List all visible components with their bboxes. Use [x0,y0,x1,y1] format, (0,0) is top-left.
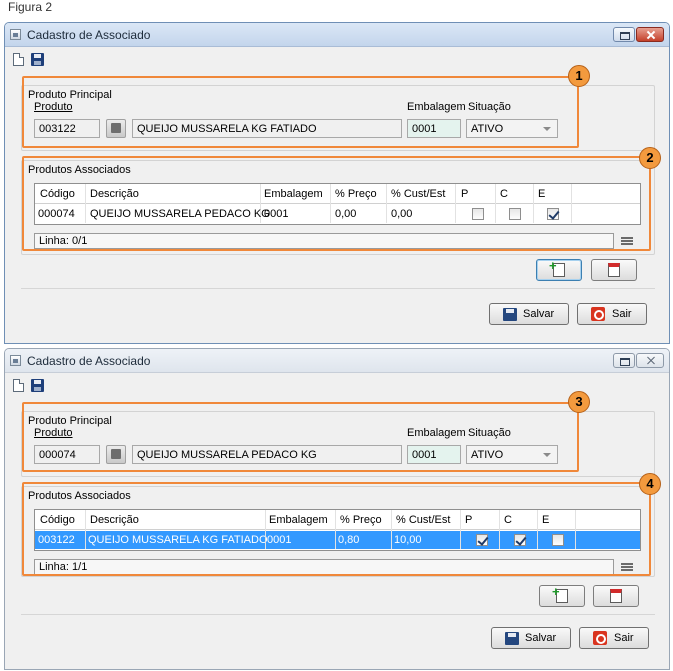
delete-row-icon [608,263,620,277]
exit-icon [593,631,607,645]
figure-caption: Figura 2 [8,0,53,14]
new-document-icon[interactable] [13,53,24,66]
restore-button[interactable] [613,353,635,368]
save-icon [503,308,517,321]
app-icon [10,29,21,40]
highlight-box-3 [22,402,579,472]
delete-row-icon [610,589,622,603]
sair-button[interactable]: Sair [577,303,647,325]
sair-button[interactable]: Sair [579,627,649,649]
add-row-icon [549,258,565,277]
sair-label: Sair [612,308,632,320]
restore-button[interactable] [613,27,635,42]
save-icon [505,632,519,645]
add-row-button[interactable] [536,258,582,281]
window-cadastro-associado-1: Cadastro de Associado Produto Principal … [4,22,670,344]
save-icon[interactable] [31,53,44,66]
callout-badge-4: 4 [639,473,661,495]
delete-row-button[interactable] [591,259,637,281]
add-row-button[interactable] [539,584,585,607]
salvar-button[interactable]: Salvar [489,303,569,325]
window-title: Cadastro de Associado [27,354,151,368]
title-bar[interactable]: Cadastro de Associado [5,23,669,47]
new-document-icon[interactable] [13,379,24,392]
title-bar[interactable]: Cadastro de Associado [5,349,669,373]
window-cadastro-associado-2: Cadastro de Associado Produto Principal … [4,348,670,670]
save-icon[interactable] [31,379,44,392]
salvar-button[interactable]: Salvar [491,627,571,649]
highlight-box-2 [22,156,651,251]
callout-badge-2: 2 [639,147,661,169]
add-row-icon [552,584,568,603]
callout-badge-3: 3 [568,391,590,413]
close-button[interactable] [636,353,664,368]
highlight-box-4 [22,482,651,576]
salvar-label: Salvar [525,632,557,644]
footer-divider [21,288,655,289]
footer-divider [21,614,655,615]
highlight-box-1 [22,76,579,148]
window-title: Cadastro de Associado [27,28,151,42]
close-button[interactable] [636,27,664,42]
delete-row-button[interactable] [593,585,639,607]
callout-badge-1: 1 [568,65,590,87]
app-icon [10,355,21,366]
sair-label: Sair [614,632,634,644]
salvar-label: Salvar [523,308,555,320]
exit-icon [591,307,605,321]
